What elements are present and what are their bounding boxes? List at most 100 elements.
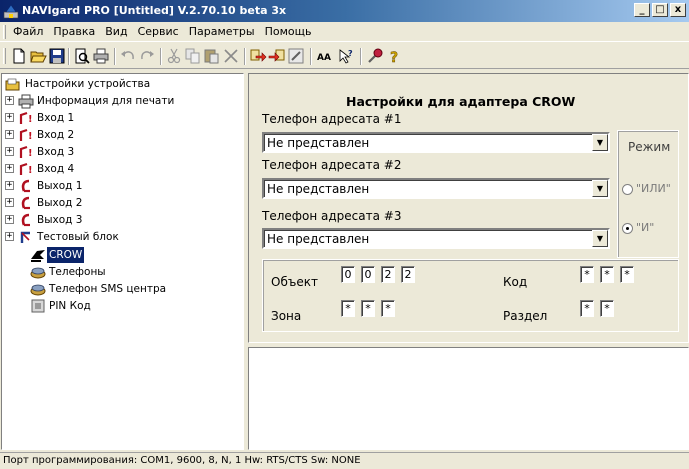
phone-3-select[interactable]: Не представлен ▼ xyxy=(262,228,610,249)
object-digit-4[interactable]: 2 xyxy=(401,266,415,283)
zone-digit-1[interactable]: * xyxy=(341,300,355,317)
phone-icon xyxy=(30,284,46,296)
svg-text:!: ! xyxy=(28,148,33,159)
export-icon[interactable] xyxy=(268,47,286,65)
printer-icon xyxy=(18,94,34,109)
expand-icon[interactable]: + xyxy=(5,96,14,105)
font-icon[interactable]: AA xyxy=(316,47,334,65)
delete-icon[interactable] xyxy=(222,47,240,65)
zone-digit-3[interactable]: * xyxy=(381,300,395,317)
svg-text:!: ! xyxy=(28,131,33,142)
object-digit-1[interactable]: 0 xyxy=(341,266,355,283)
object-digit-2[interactable]: 0 xyxy=(361,266,375,283)
toolbar-separator xyxy=(310,48,312,65)
mode-or-radio[interactable] xyxy=(622,184,633,195)
print-icon[interactable] xyxy=(92,47,110,65)
menu-service[interactable]: Сервис xyxy=(133,25,184,39)
undo-icon[interactable] xyxy=(119,47,137,65)
mode-and-label[interactable]: "И" xyxy=(636,221,654,234)
redo-icon[interactable] xyxy=(138,47,156,65)
expand-icon[interactable]: + xyxy=(5,164,14,173)
expand-icon[interactable]: + xyxy=(5,215,14,224)
input-icon: ! xyxy=(19,145,33,159)
svg-text:?: ? xyxy=(348,49,353,58)
app-icon xyxy=(3,4,19,19)
phone-1-select[interactable]: Не представлен ▼ xyxy=(262,132,610,153)
menu-help[interactable]: Помощь xyxy=(260,25,317,39)
zone-label: Зона xyxy=(271,309,302,323)
menu-grip[interactable] xyxy=(3,25,6,39)
dropdown-arrow-icon[interactable]: ▼ xyxy=(592,230,608,247)
status-text: Порт программирования: COM1, 9600, 8, N,… xyxy=(3,455,361,466)
toolbar: AA ? ? xyxy=(0,43,689,69)
menu-parameters[interactable]: Параметры xyxy=(184,25,260,39)
crow-settings-panel: Настройки для адаптера CROW Телефон адре… xyxy=(248,73,689,343)
expand-icon[interactable]: + xyxy=(5,113,14,122)
svg-text:!: ! xyxy=(28,114,33,125)
output-icon xyxy=(21,179,30,193)
mode-or-label[interactable]: "ИЛИ" xyxy=(636,182,671,195)
dropdown-arrow-icon[interactable]: ▼ xyxy=(592,134,608,151)
device-settings-icon xyxy=(5,78,20,91)
mode-and-radio[interactable] xyxy=(622,223,633,234)
toolbar-separator xyxy=(114,48,116,65)
output-icon xyxy=(21,196,30,210)
panel-title: Настройки для адаптера CROW xyxy=(346,94,576,109)
object-digit-3[interactable]: 2 xyxy=(381,266,395,283)
pin-icon xyxy=(31,299,45,313)
test-block-icon xyxy=(20,231,30,243)
input-icon: ! xyxy=(19,128,33,142)
info-pane[interactable] xyxy=(248,347,689,450)
minimize-button[interactable]: _ xyxy=(634,3,650,17)
toolbar-separator xyxy=(160,48,162,65)
tool-icon[interactable] xyxy=(366,47,384,65)
help-icon[interactable]: ? xyxy=(385,47,403,65)
code-digit-3[interactable]: * xyxy=(620,266,634,283)
expand-icon[interactable]: + xyxy=(5,232,14,241)
toolbar-separator xyxy=(244,48,246,65)
close-button[interactable]: x xyxy=(670,3,686,17)
expand-icon[interactable]: + xyxy=(5,147,14,156)
toolbar-separator xyxy=(360,48,362,65)
open-icon[interactable] xyxy=(29,47,47,65)
device-tree[interactable]: Настройки устройства + Информация для пе… xyxy=(1,73,244,450)
tree-item-crow-label: CROW xyxy=(47,247,85,263)
copy-icon[interactable] xyxy=(184,47,202,65)
cut-icon[interactable] xyxy=(165,47,183,65)
expand-icon[interactable]: + xyxy=(5,181,14,190)
expand-icon[interactable]: + xyxy=(5,198,14,207)
tree-root-label: Настройки устройства xyxy=(25,78,151,90)
status-bar: Порт программирования: COM1, 9600, 8, N,… xyxy=(0,452,689,469)
save-icon[interactable] xyxy=(48,47,66,65)
cursor-help-icon[interactable]: ? xyxy=(337,47,355,65)
dropdown-arrow-icon[interactable]: ▼ xyxy=(592,180,608,197)
phone-2-select[interactable]: Не представлен ▼ xyxy=(262,178,610,199)
phone-1-label: Телефон адресата #1 xyxy=(262,112,402,126)
menu-edit[interactable]: Правка xyxy=(48,25,100,39)
print-preview-icon[interactable] xyxy=(73,47,91,65)
object-group: Объект 0 0 2 2 Код * * * Зона * * * Разд… xyxy=(262,259,679,332)
object-label: Объект xyxy=(271,275,318,289)
import-icon[interactable] xyxy=(249,47,267,65)
paste-icon[interactable] xyxy=(203,47,221,65)
window-title: NAVIgard PRO [Untitled] V.2.70.10 beta 3… xyxy=(22,4,287,17)
phone-3-label: Телефон адресата #3 xyxy=(262,209,402,223)
mode-group: Режим "ИЛИ" "И" xyxy=(617,130,679,258)
section-digit-2[interactable]: * xyxy=(600,300,614,317)
code-digit-1[interactable]: * xyxy=(580,266,594,283)
expand-icon[interactable]: + xyxy=(5,130,14,139)
zone-digit-2[interactable]: * xyxy=(361,300,375,317)
new-icon[interactable] xyxy=(10,47,28,65)
toolbar-grip[interactable] xyxy=(3,48,6,64)
svg-text:AA: AA xyxy=(317,53,331,63)
toolbar-separator xyxy=(68,48,70,65)
menu-file[interactable]: Файл xyxy=(8,25,48,39)
section-digit-1[interactable]: * xyxy=(580,300,594,317)
section-label: Раздел xyxy=(503,309,548,323)
code-label: Код xyxy=(503,275,528,289)
menu-view[interactable]: Вид xyxy=(100,25,132,39)
code-digit-2[interactable]: * xyxy=(600,266,614,283)
phone-2-label: Телефон адресата #2 xyxy=(262,158,402,172)
maximize-button[interactable]: □ xyxy=(652,3,668,17)
edit-icon[interactable] xyxy=(287,47,305,65)
